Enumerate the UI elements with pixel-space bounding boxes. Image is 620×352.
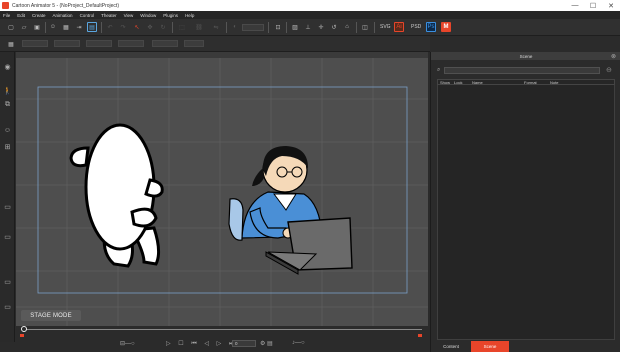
walk-tool-icon[interactable]: 🚶 bbox=[3, 86, 12, 95]
search-icon: ⌕ bbox=[437, 67, 441, 73]
property-field-3[interactable] bbox=[86, 40, 112, 47]
menu-edit[interactable]: Edit bbox=[17, 13, 25, 18]
column-name[interactable]: Name bbox=[472, 80, 483, 85]
main-toolbar: ▢ ▱ ▣ ☺ ▦ ⇥ ▤ ↶ ↷ ↖ ✥ ↻ ⬚ ⛓ ⇋ ◐ ⊡ ▨ ⊥ ✛ … bbox=[0, 19, 620, 36]
column-show[interactable]: Show bbox=[440, 80, 450, 85]
minimize-button[interactable]: — bbox=[566, 0, 584, 11]
window-controls: — ☐ ✕ bbox=[566, 0, 620, 11]
open-folder-icon[interactable]: ▱ bbox=[19, 22, 29, 32]
timeline-track[interactable] bbox=[22, 329, 422, 330]
tab-scene[interactable]: Scene bbox=[471, 341, 509, 352]
align-icon[interactable]: ⊥ bbox=[303, 22, 313, 32]
window-title: Cartoon Animator 5 - (NoProject_DefaultP… bbox=[12, 2, 119, 9]
face-tool-icon[interactable]: ☺ bbox=[3, 126, 12, 135]
opacity-icon[interactable]: ◐ bbox=[230, 22, 240, 32]
menu-plugins[interactable]: Plugins bbox=[163, 13, 178, 18]
actor-icon[interactable]: ☺ bbox=[48, 22, 58, 32]
property-field-5[interactable] bbox=[152, 40, 178, 47]
property-field-6[interactable] bbox=[184, 40, 204, 47]
menu-view[interactable]: View bbox=[124, 13, 134, 18]
filter-icon[interactable]: ⊖ bbox=[606, 66, 612, 74]
left-tool-strip: ◉ 🚶 ⧉ ☺ ⊞ ▭ ▭ ▭ ▭ bbox=[0, 52, 15, 342]
title-bar: Cartoon Animator 5 - (NoProject_DefaultP… bbox=[0, 0, 620, 11]
settings-icon[interactable]: ⚙ ▤ bbox=[260, 340, 273, 347]
menu-theater[interactable]: Theater bbox=[101, 13, 117, 18]
tool-icon[interactable]: ▭ bbox=[3, 232, 12, 241]
redo-icon[interactable]: ↷ bbox=[118, 22, 128, 32]
maximize-button[interactable]: ☐ bbox=[584, 0, 602, 11]
girl-character bbox=[228, 146, 353, 275]
property-field-1[interactable] bbox=[22, 40, 48, 47]
preview-icon[interactable]: ◫ bbox=[360, 22, 370, 32]
menu-help[interactable]: Help bbox=[185, 13, 194, 18]
render-icon[interactable]: ▤ bbox=[87, 22, 97, 32]
app-logo-icon bbox=[2, 2, 9, 9]
column-note[interactable]: Note bbox=[550, 80, 558, 85]
menu-bar: File Edit Create Animation Control Theat… bbox=[0, 11, 620, 19]
search-input[interactable] bbox=[444, 67, 600, 74]
tab-content[interactable]: Content bbox=[431, 341, 471, 352]
photoshop-icon[interactable]: Ps bbox=[426, 22, 436, 32]
camera-tool-icon[interactable]: ◉ bbox=[3, 62, 12, 71]
new-file-icon[interactable]: ▢ bbox=[6, 22, 16, 32]
tool-icon[interactable]: ▭ bbox=[3, 302, 12, 311]
export-svg-label[interactable]: SVG bbox=[380, 24, 391, 30]
tool-icon[interactable]: ▭ bbox=[3, 202, 12, 211]
marketplace-icon[interactable]: M bbox=[441, 22, 451, 32]
column-format[interactable]: Format bbox=[524, 80, 537, 85]
reset-icon[interactable]: ↺ bbox=[329, 22, 339, 32]
zoom-field[interactable] bbox=[242, 24, 264, 31]
flip-icon[interactable]: ⇋ bbox=[211, 22, 221, 32]
camera-icon[interactable]: ⊡ bbox=[273, 22, 283, 32]
stage-mode-button[interactable]: STAGE MODE bbox=[21, 310, 81, 321]
panel-close-icon[interactable]: ⊗ bbox=[611, 53, 616, 60]
tool-icon[interactable]: ▭ bbox=[3, 277, 12, 286]
volume-slider-icon[interactable]: ♪—○ bbox=[292, 340, 305, 346]
stage-viewport[interactable]: STAGE MODE bbox=[16, 52, 428, 326]
export-psd-label[interactable]: PSD bbox=[411, 24, 421, 30]
scene-panel: Scene ⊗ ⌕ ⊖ Show Lock Name Format Note C… bbox=[430, 52, 620, 352]
column-lock[interactable]: Lock bbox=[454, 80, 462, 85]
menu-create[interactable]: Create bbox=[32, 13, 46, 18]
import-icon[interactable]: ⇥ bbox=[74, 22, 84, 32]
menu-window[interactable]: Window bbox=[140, 13, 156, 18]
move-icon[interactable]: ✥ bbox=[145, 22, 155, 32]
image-icon[interactable]: ▨ bbox=[290, 22, 300, 32]
timeline-bar: ⊟—○ ▷ ☐ ⏮ ◁ ▷ ⏭ ⊡ 0 ⚙ ▤ ♪—○ bbox=[16, 326, 428, 352]
property-field-4[interactable] bbox=[118, 40, 144, 47]
menu-file[interactable]: File bbox=[3, 13, 10, 18]
speed-slider-icon[interactable]: ⊟—○ bbox=[120, 340, 135, 347]
playhead-handle[interactable] bbox=[21, 326, 27, 332]
panel-title: Scene bbox=[431, 52, 620, 60]
save-icon[interactable]: ▣ bbox=[32, 22, 42, 32]
rotate-icon[interactable]: ↻ bbox=[158, 22, 168, 32]
stage-canvas bbox=[16, 58, 428, 326]
frame-input[interactable]: 0 bbox=[232, 340, 256, 347]
lock-tool-icon[interactable]: ⊞ bbox=[3, 142, 12, 151]
link-icon[interactable]: ⛓ bbox=[194, 22, 204, 32]
close-button[interactable]: ✕ bbox=[602, 0, 620, 11]
menu-animation[interactable]: Animation bbox=[53, 13, 73, 18]
menu-control[interactable]: Control bbox=[80, 13, 95, 18]
illustrator-icon[interactable]: Ai bbox=[394, 22, 404, 32]
home-icon[interactable]: ⌂ bbox=[342, 22, 352, 32]
start-marker bbox=[20, 334, 24, 337]
panel-tabs: Content Scene bbox=[431, 341, 620, 352]
property-field-2[interactable] bbox=[54, 40, 80, 47]
select-icon[interactable]: ⬚ bbox=[177, 22, 187, 32]
pointer-icon[interactable]: ↖ bbox=[132, 22, 142, 32]
blob-character bbox=[69, 123, 164, 268]
pan-icon[interactable]: ✛ bbox=[316, 22, 326, 32]
secondary-toolbar: ▦ bbox=[0, 36, 430, 52]
scene-list[interactable] bbox=[437, 85, 615, 340]
layout-icon[interactable]: ▦ bbox=[6, 39, 16, 49]
grid-icon[interactable]: ▦ bbox=[61, 22, 71, 32]
sprite-tool-icon[interactable]: ⧉ bbox=[3, 100, 12, 109]
end-marker bbox=[418, 334, 422, 337]
undo-icon[interactable]: ↶ bbox=[105, 22, 115, 32]
